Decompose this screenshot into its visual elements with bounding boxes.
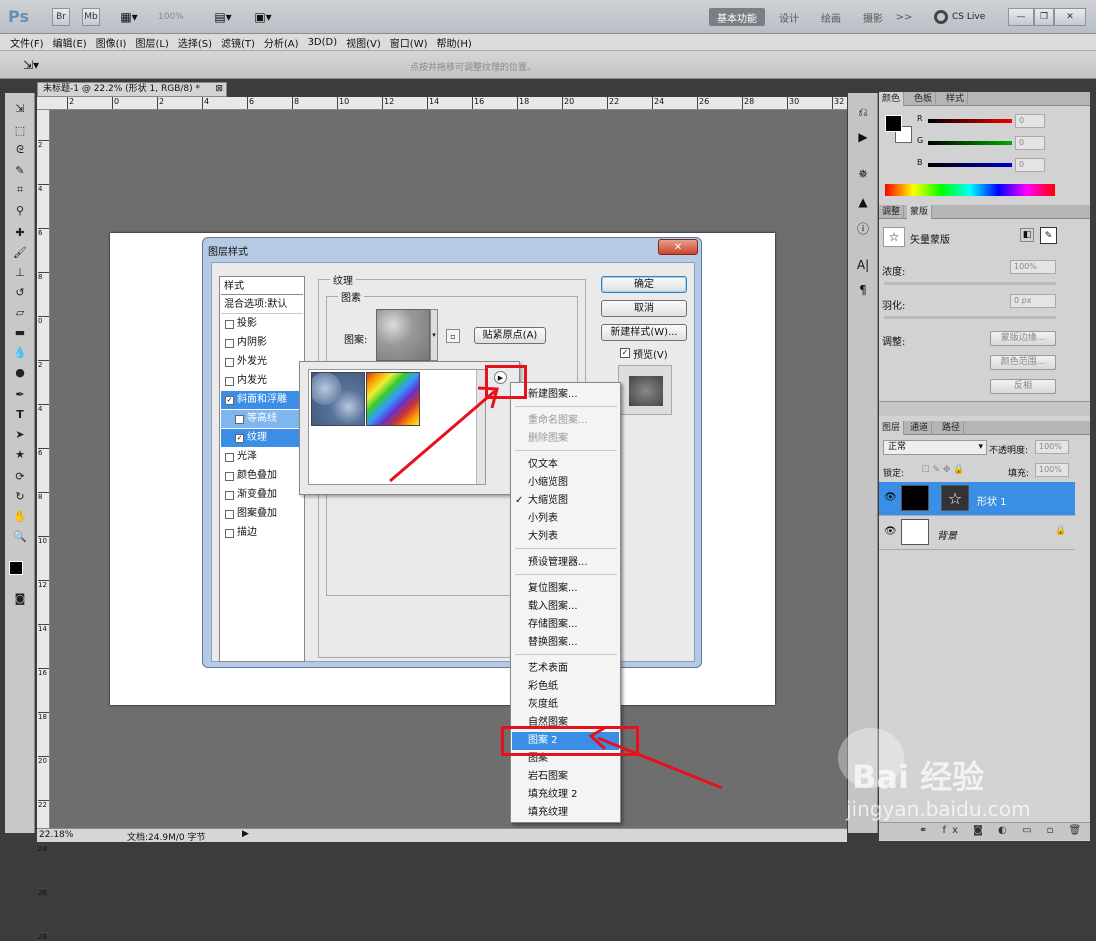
color-panel-tabs: 颜色 色板 样式 (879, 92, 1090, 106)
paragraph-icon[interactable]: ¶ (853, 281, 873, 299)
tab-layers[interactable]: 图层 (879, 421, 905, 435)
mask-edge-button[interactable]: 蒙版边缘... (990, 331, 1056, 346)
eye-icon[interactable]: 👁 (884, 492, 897, 503)
layer-thumbnail[interactable] (901, 519, 929, 545)
3d-icon[interactable]: ✵ (853, 165, 873, 183)
character-icon[interactable]: A| (853, 256, 873, 274)
layer-row[interactable]: 👁 背景 🔒 (879, 516, 1075, 550)
channel-value-field[interactable]: 0 (1015, 114, 1045, 128)
tab-swatches[interactable]: 色板 (911, 92, 937, 106)
vruler-tick-label: 28 (38, 932, 49, 941)
channel-value-field[interactable]: 0 (1015, 158, 1045, 172)
layer-name[interactable]: 背景 (937, 527, 957, 542)
invert-button[interactable]: 反相 (990, 379, 1056, 394)
fg-color-box[interactable] (885, 115, 902, 132)
vector-mask-button-icon[interactable]: ✎ (1040, 227, 1057, 244)
mask-panel-tabs: 调整 蒙版 (879, 205, 1090, 219)
layers-panel-footer: ⚭ fx ◙ ◐ ▭ ▫ 🗑 (879, 822, 1090, 840)
mask-panel-footer (879, 401, 1090, 416)
feather-slider[interactable] (884, 316, 1056, 319)
tab-paths[interactable]: 路径 (939, 421, 965, 435)
info-icon[interactable]: ⓘ (853, 219, 873, 237)
mask-title: 矢量蒙版 (910, 235, 950, 246)
tab-masks[interactable]: 蒙版 (907, 205, 933, 219)
density-field[interactable]: 100% (1010, 260, 1056, 274)
actions-icon[interactable]: ▶ (853, 128, 873, 146)
baidu-brand-text: Bai 经验 (852, 758, 985, 796)
refine-label: 调整: (882, 337, 906, 348)
density-label: 浓度: (882, 267, 906, 278)
tab-adjustments[interactable]: 调整 (879, 205, 905, 219)
layer-name[interactable]: 形状 1 (977, 493, 1007, 508)
layer-row[interactable]: 👁 ☆ 形状 1 (879, 482, 1075, 516)
eye-icon[interactable]: 👁 (884, 526, 897, 537)
color-range-button[interactable]: 颜色范围... (990, 355, 1056, 370)
blend-mode-select[interactable]: 正常 ▾ (883, 440, 987, 455)
vector-mask-icon: ☆ (883, 227, 905, 247)
fill-label: 填充: (1008, 469, 1030, 479)
info-panel-icon[interactable]: ▲ (853, 193, 873, 211)
channel-slider[interactable] (928, 141, 1012, 145)
channel-label: B (917, 158, 923, 167)
fill-field[interactable]: 100% (1035, 463, 1069, 477)
layers-panel-tabs: 图层 通道 路径 (879, 421, 1090, 435)
channel-label: G (917, 136, 924, 145)
feather-label: 羽化: (882, 301, 906, 312)
feather-field[interactable]: 0 px (1010, 294, 1056, 308)
channel-value-field[interactable]: 0 (1015, 136, 1045, 150)
lock-label: 锁定: (883, 469, 905, 479)
opacity-label: 不透明度: (989, 446, 1029, 456)
lock-icon: 🔒 (1055, 526, 1067, 536)
baidu-url-text: jingyan.baidu.com (846, 797, 1031, 821)
vruler-tick-label: 26 (38, 888, 49, 897)
density-slider[interactable] (884, 282, 1056, 285)
panel-icon-strip: ⎌ ▶ ✵ ▲ ⓘ A| ¶ (848, 93, 878, 833)
tab-styles[interactable]: 样式 (943, 92, 969, 106)
channel-label: R (917, 114, 923, 123)
tab-channels[interactable]: 通道 (907, 421, 933, 435)
color-spectrum-bar[interactable] (885, 184, 1055, 196)
lock-icons[interactable]: ☐ ✎ ✥ 🔒 (913, 463, 973, 477)
pixel-mask-icon[interactable]: ◧ (1020, 228, 1034, 242)
blend-mode-value: 正常 (888, 442, 907, 452)
layer-footer-icons[interactable]: ⚭ fx ◙ ◐ ▭ ▫ 🗑 (919, 825, 1087, 836)
history-icon[interactable]: ⎌ (853, 103, 873, 121)
opacity-field[interactable]: 100% (1035, 440, 1069, 454)
chevron-down-icon: ▾ (978, 442, 983, 452)
channel-slider[interactable] (928, 119, 1012, 123)
layer-thumbnail[interactable] (901, 485, 929, 511)
vector-mask-thumbnail[interactable]: ☆ (941, 485, 969, 511)
tab-color[interactable]: 颜色 (879, 92, 905, 106)
channel-slider[interactable] (928, 163, 1012, 167)
